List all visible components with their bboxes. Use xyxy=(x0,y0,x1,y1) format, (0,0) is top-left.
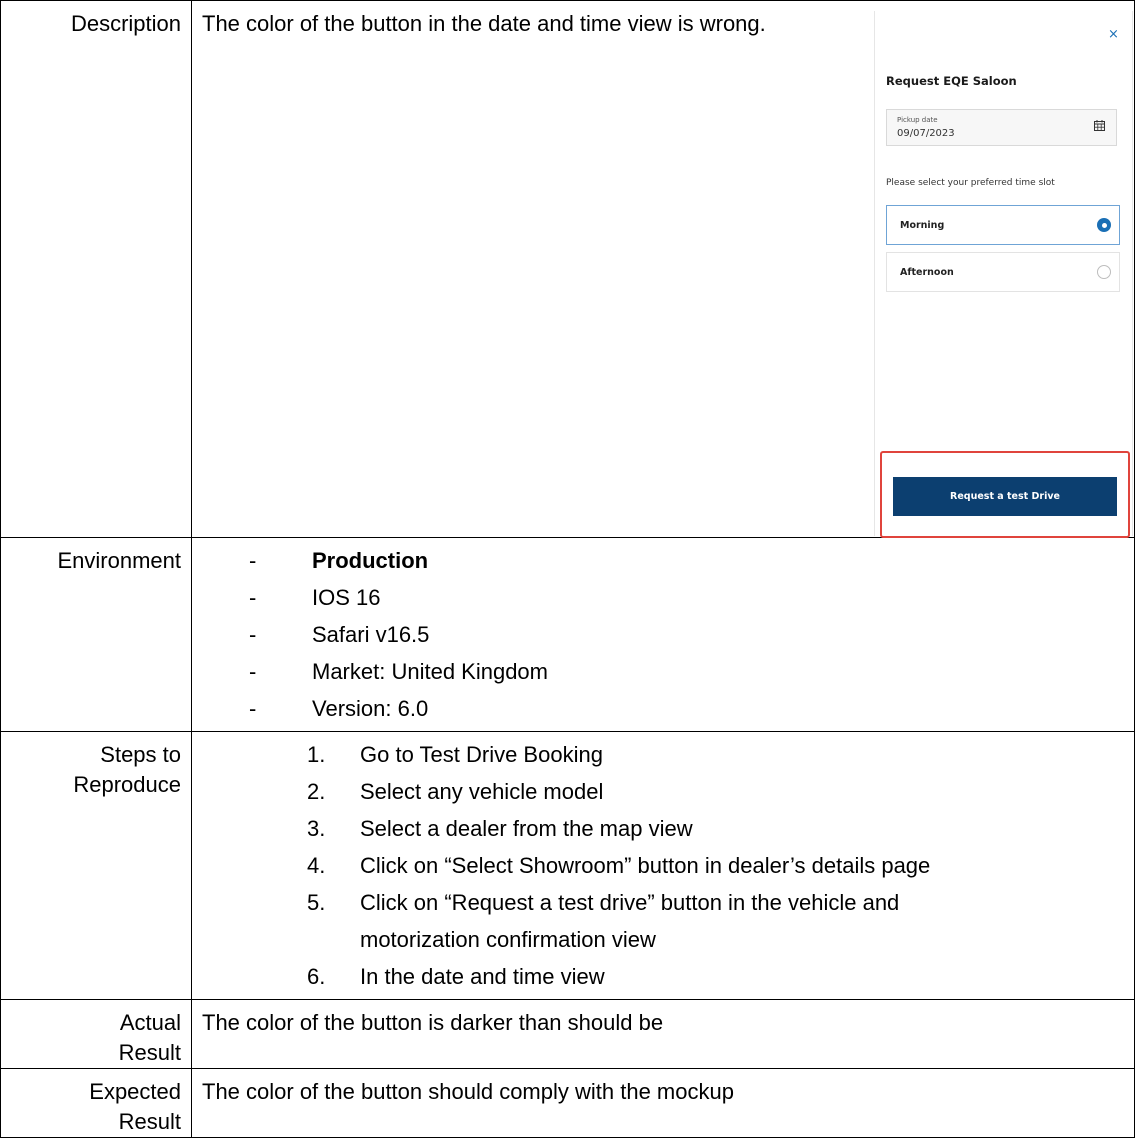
environment-item: - IOS 16 xyxy=(249,585,381,610)
expected-result-label: Expected Result xyxy=(0,1068,192,1138)
expected-result-text: The color of the button should comply wi… xyxy=(191,1068,1135,1138)
step-item: 4. Click on “Select Showroom” button in d… xyxy=(307,853,931,878)
actual-result-label: Actual Result xyxy=(0,999,192,1069)
close-icon[interactable]: × xyxy=(1108,27,1119,42)
environment-row: Environment - Production - IOS 16 - Safari … xyxy=(0,537,1135,732)
steps-label: Steps to Reproduce xyxy=(0,731,192,1000)
pickup-date-value: 09/07/2023 xyxy=(897,128,955,139)
description-text: The color of the button in the date and … xyxy=(202,11,766,36)
environment-item: - Production xyxy=(249,548,429,573)
time-slot-prompt: Please select your preferred time slot xyxy=(886,178,1055,188)
environment-cell: - Production - IOS 16 - Safari v16.5 - Marke… xyxy=(191,537,1135,732)
time-slot-afternoon[interactable]: Afternoon xyxy=(886,252,1120,292)
pickup-date-field[interactable]: Pickup date 09/07/2023 xyxy=(886,109,1117,146)
step-item: 1. Go to Test Drive Booking xyxy=(307,742,603,767)
pickup-date-label: Pickup date xyxy=(897,116,938,124)
calendar-icon[interactable] xyxy=(1094,120,1105,131)
environment-item: - Safari v16.5 xyxy=(249,622,430,647)
time-slot-label: Morning xyxy=(900,220,945,231)
steps-cell: 1. Go to Test Drive Booking 2. Select any … xyxy=(191,731,1135,1000)
mockup-title: Request EQE Saloon xyxy=(886,74,1017,88)
request-test-drive-button[interactable]: Request a test Drive xyxy=(893,477,1117,516)
step-item: 6. In the date and time view xyxy=(307,964,605,989)
mockup-screenshot: × Request EQE Saloon Pickup date 09/07/2… xyxy=(874,11,1133,538)
description-label: Description xyxy=(0,0,192,538)
radio-unselected-icon[interactable] xyxy=(1097,265,1111,279)
environment-label: Environment xyxy=(0,537,192,732)
steps-row: Steps to Reproduce 1. Go to Test Drive Boo… xyxy=(0,731,1135,1000)
environment-item: - Version: 6.0 xyxy=(249,696,429,721)
time-slot-morning[interactable]: Morning xyxy=(886,205,1120,245)
step-item: 2. Select any vehicle model xyxy=(307,779,604,804)
step-item: 5. Click on “Request a test drive” button… xyxy=(307,890,900,952)
steps-list: 1. Go to Test Drive Booking 2. Select any … xyxy=(202,740,1134,999)
radio-selected-icon[interactable] xyxy=(1097,218,1111,232)
actual-result-text: The color of the button is darker than s… xyxy=(191,999,1135,1069)
time-slot-label: Afternoon xyxy=(900,267,954,278)
expected-result-row: Expected Result The color of the button s… xyxy=(0,1068,1135,1138)
step-item: 3. Select a dealer from the map view xyxy=(307,816,693,841)
environment-list: - Production - IOS 16 - Safari v16.5 - Marke… xyxy=(202,546,1134,731)
environment-item: - Market: United Kingdom xyxy=(249,659,548,684)
actual-result-row: Actual Result The color of the button is … xyxy=(0,999,1135,1069)
